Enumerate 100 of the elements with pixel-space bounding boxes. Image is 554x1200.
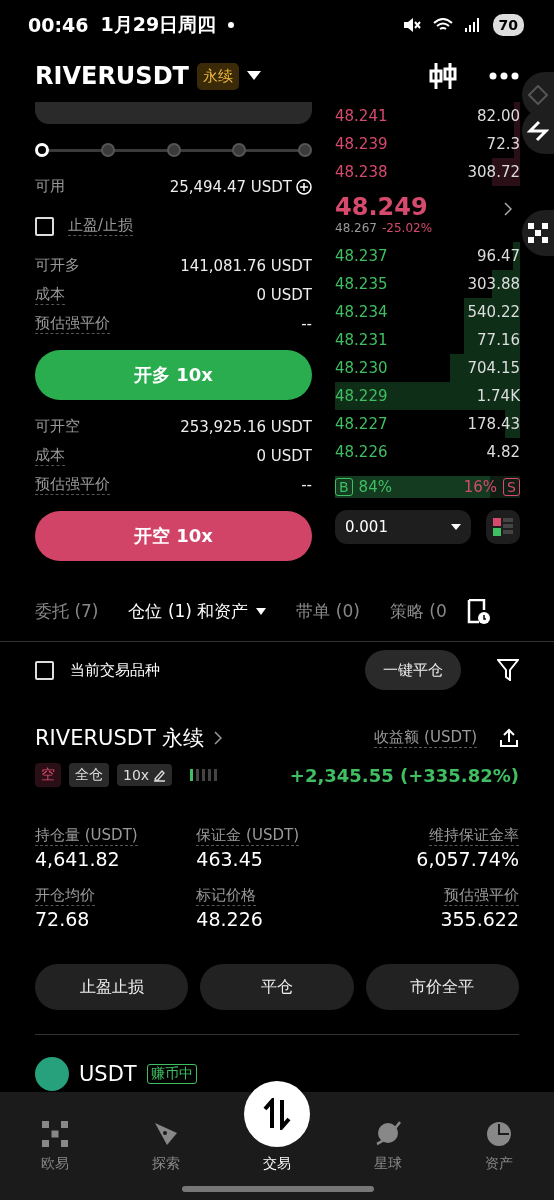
stat-label: 标记价格 (196, 886, 257, 906)
position-title[interactable]: RIVERUSDT 永续 (35, 724, 205, 752)
order-book-row[interactable]: 48.241 82.00 (335, 102, 520, 130)
field-value: -- (301, 314, 312, 333)
order-book-size: 1.74K (476, 387, 520, 405)
nav-tab[interactable]: 星球 (332, 1092, 444, 1175)
wifi-icon (432, 17, 453, 33)
field-label: 可开多 (35, 256, 80, 275)
order-book-size: 540.22 (467, 303, 520, 321)
order-book-size: 303.88 (467, 275, 520, 293)
order-book-price: 48.234 (335, 303, 388, 321)
tab[interactable]: 仓位 (1) 和资产 (128, 600, 267, 623)
order-book-size: 72.3 (486, 135, 520, 153)
pie-chart-icon (485, 1121, 512, 1147)
side-tag: 空 (35, 763, 61, 787)
tab[interactable]: 委托 (7) (35, 600, 99, 623)
position-action-button[interactable]: 止盈止损 (35, 964, 189, 1010)
stat-label: 持仓量 (USDT) (35, 826, 138, 846)
pnl-value: +2,345.55 (+335.82%) (289, 764, 519, 786)
order-book-row[interactable]: 48.229 1.74K (335, 382, 520, 410)
field-label: 预估强平价 (35, 313, 110, 334)
signal-icon (464, 18, 481, 32)
risk-meter-icon (190, 769, 219, 781)
field-label: 预估强平价 (35, 474, 110, 495)
position-action-button[interactable]: 平仓 (200, 964, 354, 1010)
field-value: 0 USDT (256, 285, 312, 304)
coin-icon (35, 1057, 69, 1091)
buy-percent: 84% (358, 478, 392, 496)
field-label: 可开空 (35, 417, 80, 436)
order-book-price: 48.235 (335, 275, 388, 293)
stat-label: 维持保证金率 (429, 826, 519, 846)
nav-tab[interactable]: 交易 (221, 1078, 333, 1175)
sell-tag: S (503, 478, 520, 496)
nav-tab[interactable]: 资产 (443, 1092, 554, 1175)
order-book-row[interactable]: 48.234 540.22 (335, 298, 520, 326)
chevron-right-icon (214, 731, 223, 745)
order-book-size: 82.00 (477, 107, 520, 125)
order-book-row[interactable]: 48.230 704.15 (335, 354, 520, 382)
history-icon[interactable] (466, 598, 491, 625)
order-book-row[interactable]: 48.235 303.88 (335, 270, 520, 298)
nav-tab[interactable]: 欧易 (0, 1092, 111, 1175)
checker-icon (42, 1121, 69, 1147)
stat-label: 保证金 (USDT) (196, 826, 299, 846)
field-label: 成本 (35, 445, 65, 466)
input-field[interactable] (35, 102, 312, 124)
checkbox[interactable] (35, 216, 54, 236)
asset-name: USDT (79, 1062, 137, 1086)
tab[interactable]: 带单 (0) (296, 600, 360, 623)
share-icon[interactable] (499, 728, 519, 748)
price-change: -25.02% (382, 221, 433, 235)
order-book-size: 308.72 (467, 163, 520, 181)
filter-icon[interactable] (497, 659, 519, 681)
order-book-price: 48.239 (335, 135, 388, 153)
status-time: 00:46 (28, 14, 89, 36)
order-book-price: 48.226 (335, 443, 388, 461)
position-action-button[interactable]: 市价全平 (365, 964, 519, 1010)
candlestick-icon[interactable] (429, 63, 457, 89)
tab[interactable]: 策略 (0 (389, 600, 447, 623)
order-book-price: 48.238 (335, 163, 388, 181)
add-icon[interactable] (296, 178, 312, 195)
open-short-button[interactable]: 开空 10x (35, 511, 312, 561)
sell-percent: 16% (463, 478, 498, 496)
checker-icon[interactable] (528, 223, 548, 243)
caret-icon (451, 524, 461, 530)
close-all-button[interactable]: 一键平仓 (365, 650, 461, 690)
field-label: 可用 (35, 177, 65, 196)
nav-tab[interactable]: 探索 (110, 1092, 222, 1175)
dot-icon (228, 22, 235, 28)
leverage-slider[interactable] (35, 142, 312, 158)
symbol-title[interactable]: RIVERUSDT (35, 62, 189, 90)
stat-value: 48.226 (196, 908, 263, 930)
dropdown-caret-icon[interactable] (246, 71, 261, 81)
pnl-label: 收益额 (USDT) (374, 728, 477, 748)
field-value: 253,925.16 USDT (180, 417, 312, 436)
mute-icon (402, 17, 421, 33)
field-value: 0 USDT (256, 446, 312, 465)
field-label: 成本 (35, 284, 65, 305)
margin-mode-tag: 全仓 (69, 763, 109, 787)
more-icon[interactable] (489, 72, 519, 80)
checkbox-label: 当前交易品种 (70, 660, 160, 680)
field-value: -- (301, 475, 312, 494)
field-value: 25,494.47 USDT (169, 177, 292, 196)
chevron-right-icon[interactable] (504, 202, 512, 216)
caret-icon (256, 608, 267, 615)
swap-arrows-icon (262, 1098, 292, 1130)
order-book-row[interactable]: 48.227 178.43 (335, 410, 520, 438)
order-book-row[interactable]: 48.238 308.72 (335, 158, 520, 186)
swap-arrows-icon[interactable] (527, 120, 549, 142)
order-book-row[interactable]: 48.231 77.16 (335, 326, 520, 354)
leverage-tag[interactable]: 10x (117, 764, 173, 786)
book-layout-icon[interactable] (486, 510, 520, 544)
earning-tag: 赚币中 (146, 1064, 197, 1084)
order-book-size: 4.82 (486, 443, 520, 461)
order-book-price: 48.230 (335, 359, 388, 377)
order-book-row[interactable]: 48.239 72.3 (335, 130, 520, 158)
buy-tag: B (335, 478, 353, 496)
checkbox[interactable] (35, 660, 54, 680)
status-date: 1月29日周四 (100, 12, 217, 37)
order-book-row[interactable]: 48.237 96.47 (335, 242, 520, 270)
precision-select[interactable]: 0.001 (335, 510, 471, 544)
